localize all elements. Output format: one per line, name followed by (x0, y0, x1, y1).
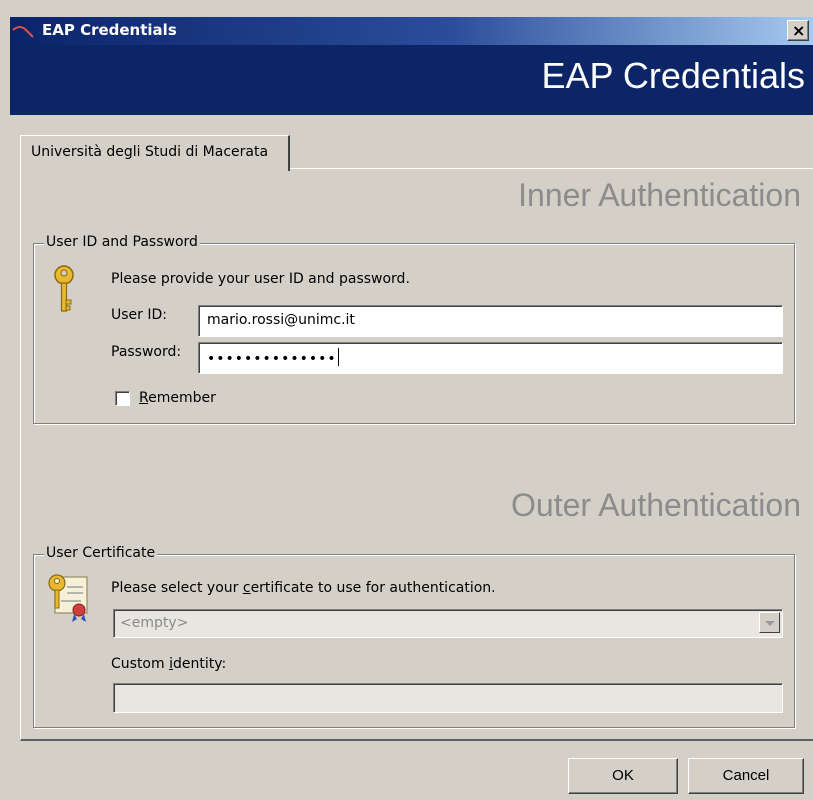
password-label: Password: (111, 344, 182, 360)
close-icon: × (792, 21, 806, 40)
chevron-down-icon[interactable] (759, 612, 780, 633)
outer-auth-heading: Outer Authentication (511, 487, 801, 523)
certificate-prompt-accel: c (242, 580, 251, 596)
certificate-prompt-pre: Please select your (111, 580, 243, 596)
header-banner: EAP Credentials (10, 45, 813, 115)
certificate-icon (48, 574, 88, 622)
credentials-prompt: Please provide your user ID and password… (111, 271, 410, 287)
user-id-password-group: User ID and Password Please provide your… (33, 234, 795, 424)
eap-logo-icon (12, 26, 34, 38)
cancel-button[interactable]: Cancel (688, 758, 804, 794)
title-bar[interactable]: EAP Credentials × (10, 17, 813, 45)
group-title: User Certificate (44, 545, 158, 561)
user-id-label: User ID: (111, 307, 167, 323)
remember-checkbox[interactable] (115, 391, 130, 406)
remember-accel: R (139, 390, 149, 406)
remember-label-rest: emember (148, 390, 216, 406)
custom-identity-label-pre: Custom (111, 656, 170, 672)
certificate-prompt: Please select your certificate to use fo… (111, 580, 496, 596)
custom-identity-label: Custom identity: (111, 656, 226, 672)
key-icon (54, 265, 74, 312)
eap-credentials-dialog: EAP Credentials × EAP Credentials Univer… (0, 0, 813, 800)
user-id-value: mario.rossi@unimc.it (207, 312, 355, 328)
banner-title: EAP Credentials (541, 55, 805, 96)
certificate-prompt-post: ertificate to use for authentication. (250, 580, 496, 596)
tab-label: Università degli Studi di Macerata (31, 144, 269, 160)
user-id-field[interactable]: mario.rossi@unimc.it (198, 305, 783, 337)
inner-auth-heading: Inner Authentication (518, 177, 801, 213)
custom-identity-label-post: dentity: (172, 656, 227, 672)
password-field[interactable]: •••••••••••••• (198, 342, 783, 374)
custom-identity-field[interactable] (113, 683, 783, 713)
certificate-select[interactable]: <empty> (113, 609, 783, 638)
password-value: •••••••••••••• (207, 351, 337, 367)
window-title: EAP Credentials (42, 21, 177, 39)
user-certificate-group: User Certificate Please select your cert… (33, 545, 795, 728)
ok-button[interactable]: OK (568, 758, 678, 794)
group-title: User ID and Password (44, 234, 200, 250)
close-button[interactable]: × (787, 20, 809, 41)
tab-university[interactable]: Università degli Studi di Macerata (20, 135, 290, 171)
tab-page: Inner Authentication User ID and Passwor… (20, 168, 813, 741)
text-caret (337, 348, 339, 366)
certificate-selected-value: <empty> (120, 615, 189, 631)
remember-label[interactable]: Remember (139, 390, 216, 406)
